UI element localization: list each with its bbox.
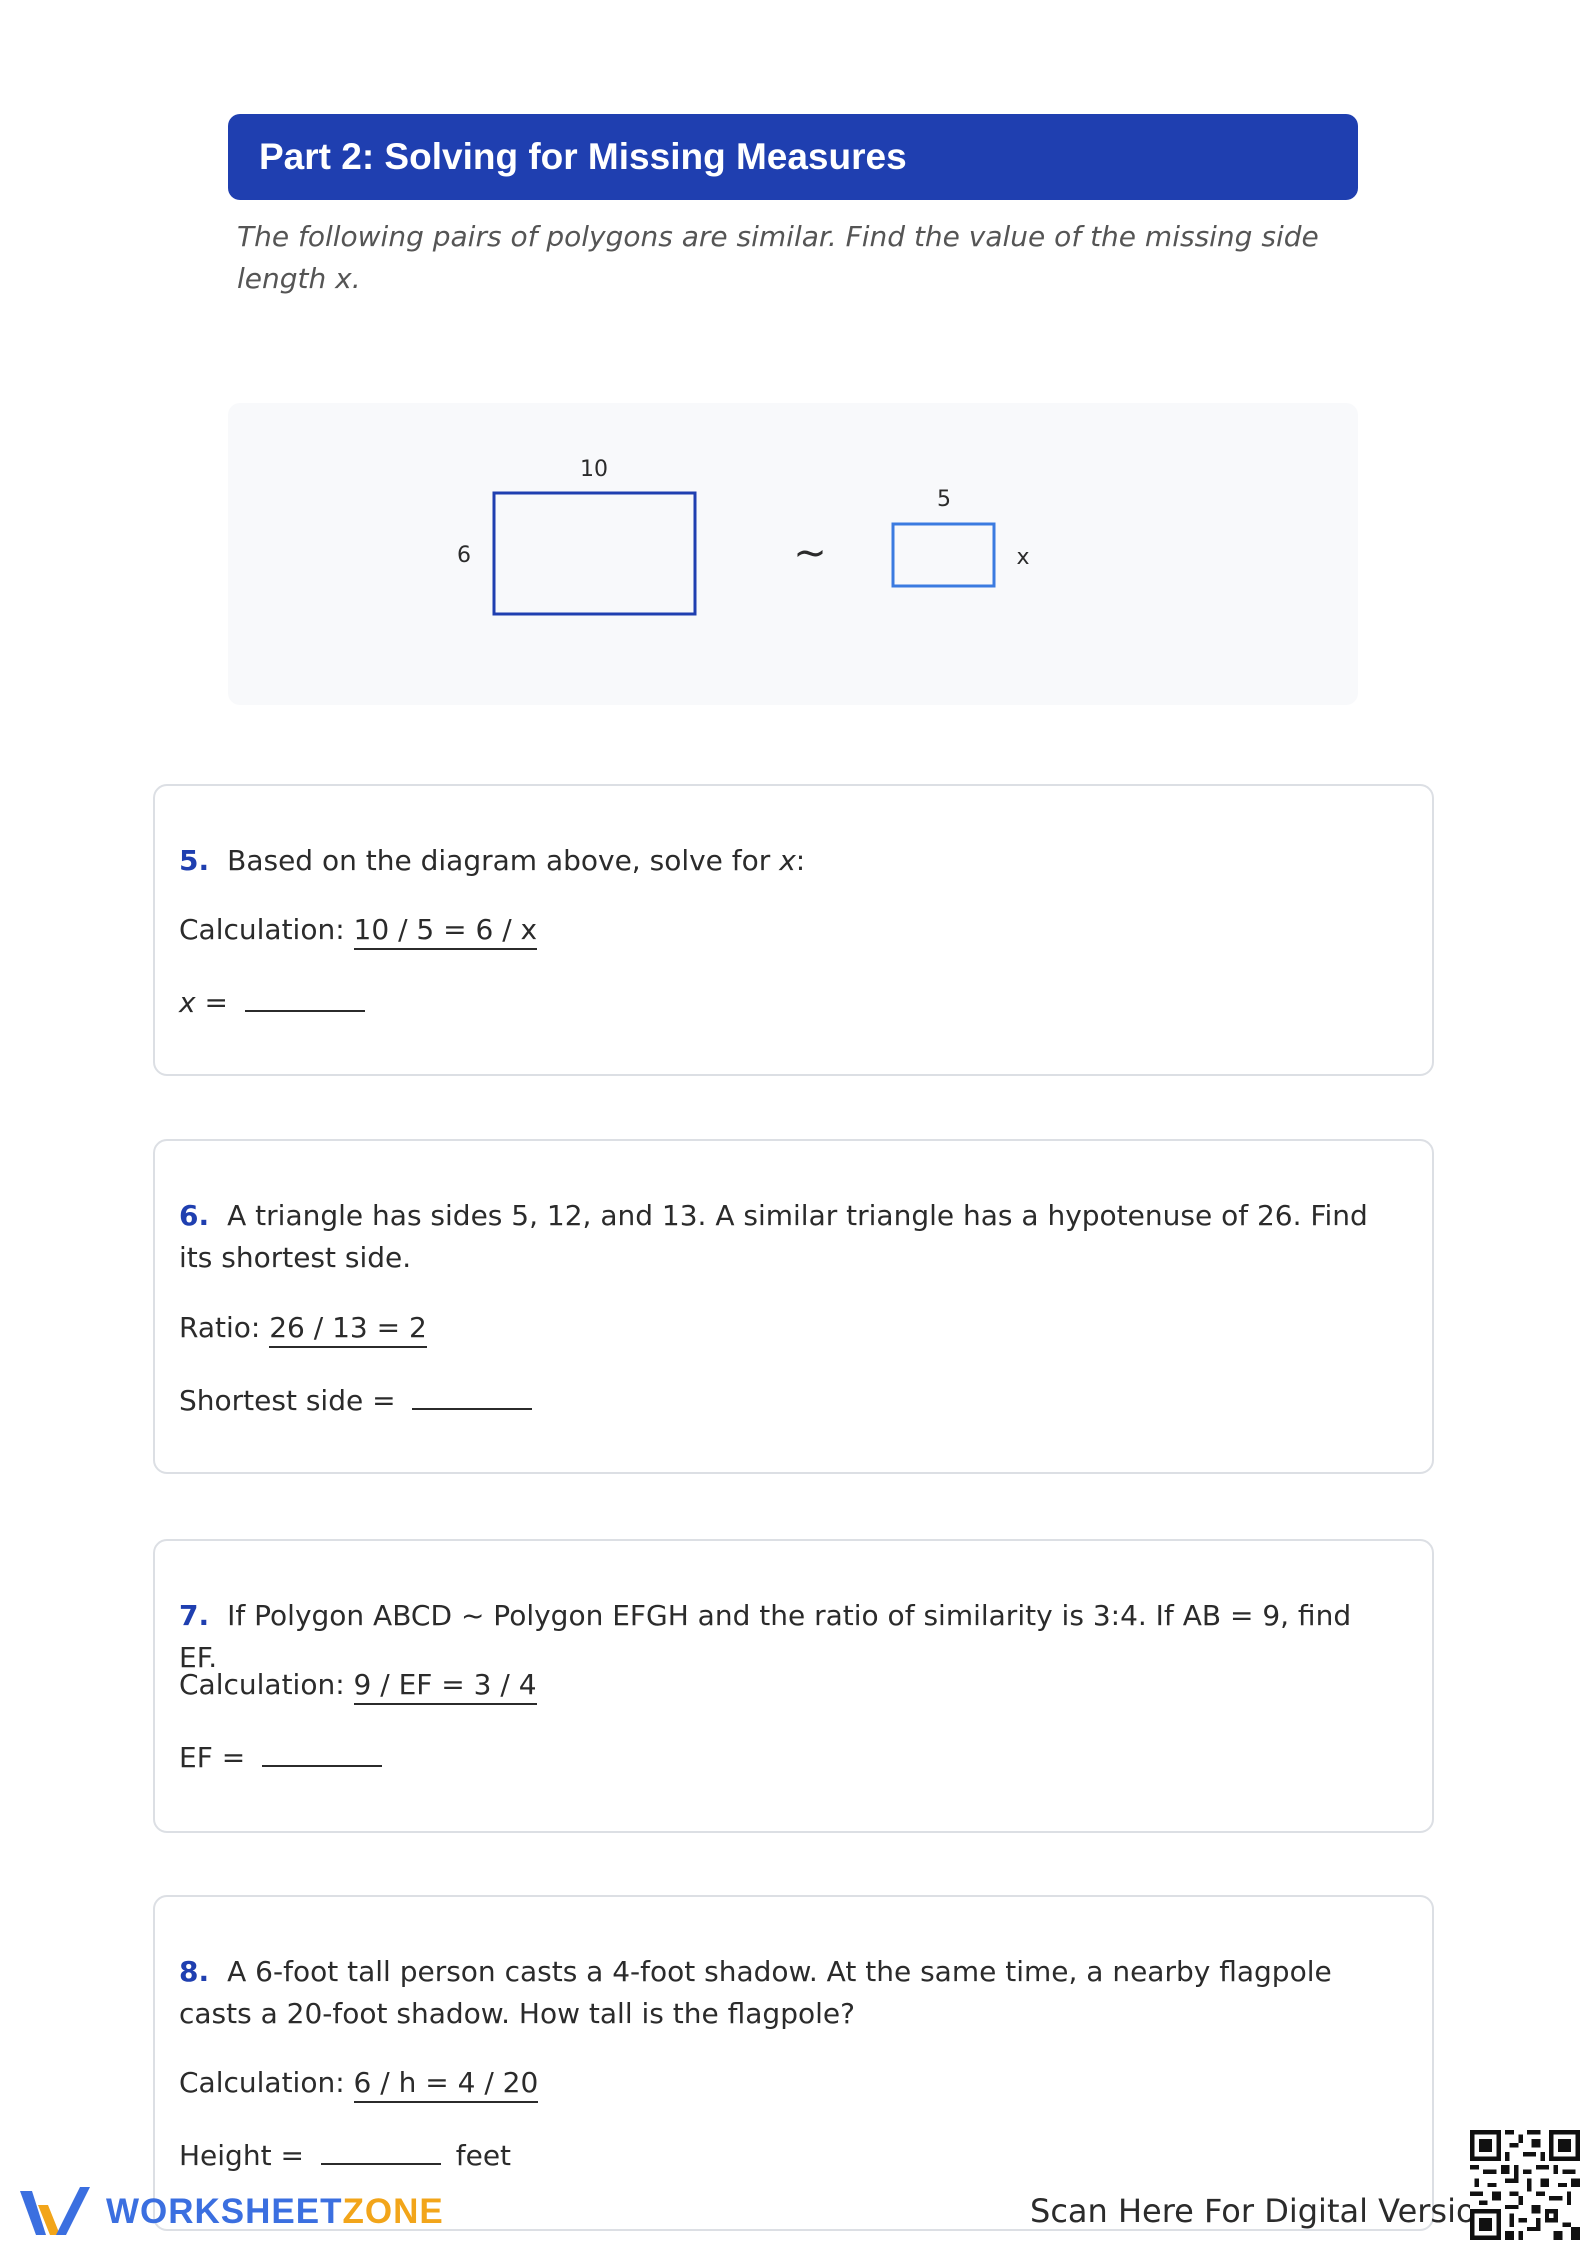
answer-blank[interactable] [412,1380,533,1410]
calculation-label: Calculation: [179,2066,345,2099]
question-number: 8. [179,1955,210,1988]
similar-symbol: ~ [793,530,827,576]
calculation-line: Calculation: 10 / 5 = 6 / x [179,910,538,950]
large-rect-top-label: 10 [580,457,608,482]
calculation-label: Calculation: [179,913,345,946]
calculation-value: 10 / 5 = 6 / x [353,913,538,950]
question-number: 6. [179,1199,210,1232]
question-card-6: 6. A triangle has sides 5, 12, and 13. A … [153,1139,1434,1474]
ratio-label: Ratio: [179,1311,261,1344]
scan-text: Scan Here For Digital Version [1030,2192,1496,2230]
question-text: 8. A 6-foot tall person casts a 4-foot sh… [179,1955,1332,2030]
answer-line: Height = feet [179,2135,511,2176]
instructions: The following pairs of polygons are simi… [237,220,1319,295]
answer-line: x = [179,982,365,1023]
calculation-label: Calculation: [179,1668,345,1701]
calculation-value: 9 / EF = 3 / 4 [353,1668,537,1705]
question-number: 7. [179,1599,210,1632]
similar-rectangles-diagram: 10 6 ~ 5 x [457,457,1030,616]
question-card-7: 7. If Polygon ABCD ~ Polygon EFGH and the… [153,1539,1434,1833]
answer-line: EF = [179,1737,383,1778]
qr-code-icon[interactable] [1470,2130,1580,2240]
calculation-line: Calculation: 6 / h = 4 / 20 [179,2063,539,2103]
answer-label: Shortest side = [179,1384,396,1417]
answer-label: Height = [179,2139,304,2172]
large-rectangle [492,491,697,616]
calculation-line: Calculation: 9 / EF = 3 / 4 [179,1665,537,1705]
question-text: 5. Based on the diagram above, solve for … [179,844,806,877]
calculation-value: 6 / h = 4 / 20 [353,2066,539,2103]
answer-blank[interactable] [262,1737,383,1767]
answer-line: Shortest side = [179,1380,533,1421]
small-rectangle [891,522,996,588]
section-title: Part 2: Solving for Missing Measures [259,136,907,177]
diagram-panel: 10 6 ~ 5 x [228,403,1358,705]
ratio-value: 26 / 13 = 2 [269,1311,427,1348]
answer-label: x = [179,986,228,1019]
worksheetzone-logo-icon [20,2187,90,2235]
answer-label: EF = [179,1741,246,1774]
answer-unit: feet [455,2139,512,2172]
small-rect-side-label: x [1016,545,1029,570]
ratio-line: Ratio: 26 / 13 = 2 [179,1308,427,1348]
answer-blank[interactable] [320,2135,441,2165]
question-number: 5. [179,844,210,877]
question-text: 6. A triangle has sides 5, 12, and 13. A … [179,1199,1368,1274]
answer-blank[interactable] [244,982,365,1012]
section-header: Part 2: Solving for Missing Measures [228,114,1358,200]
worksheetzone-logo[interactable]: WORKSHEETZONE [16,2183,444,2241]
large-rect-side-label: 6 [457,543,471,568]
question-card-8: 8. A 6-foot tall person casts a 4-foot sh… [153,1895,1434,2231]
question-card-5: 5. Based on the diagram above, solve for … [153,784,1434,1076]
brand-name: WORKSHEETZONE [106,2192,444,2231]
small-rect-top-label: 5 [937,487,951,512]
